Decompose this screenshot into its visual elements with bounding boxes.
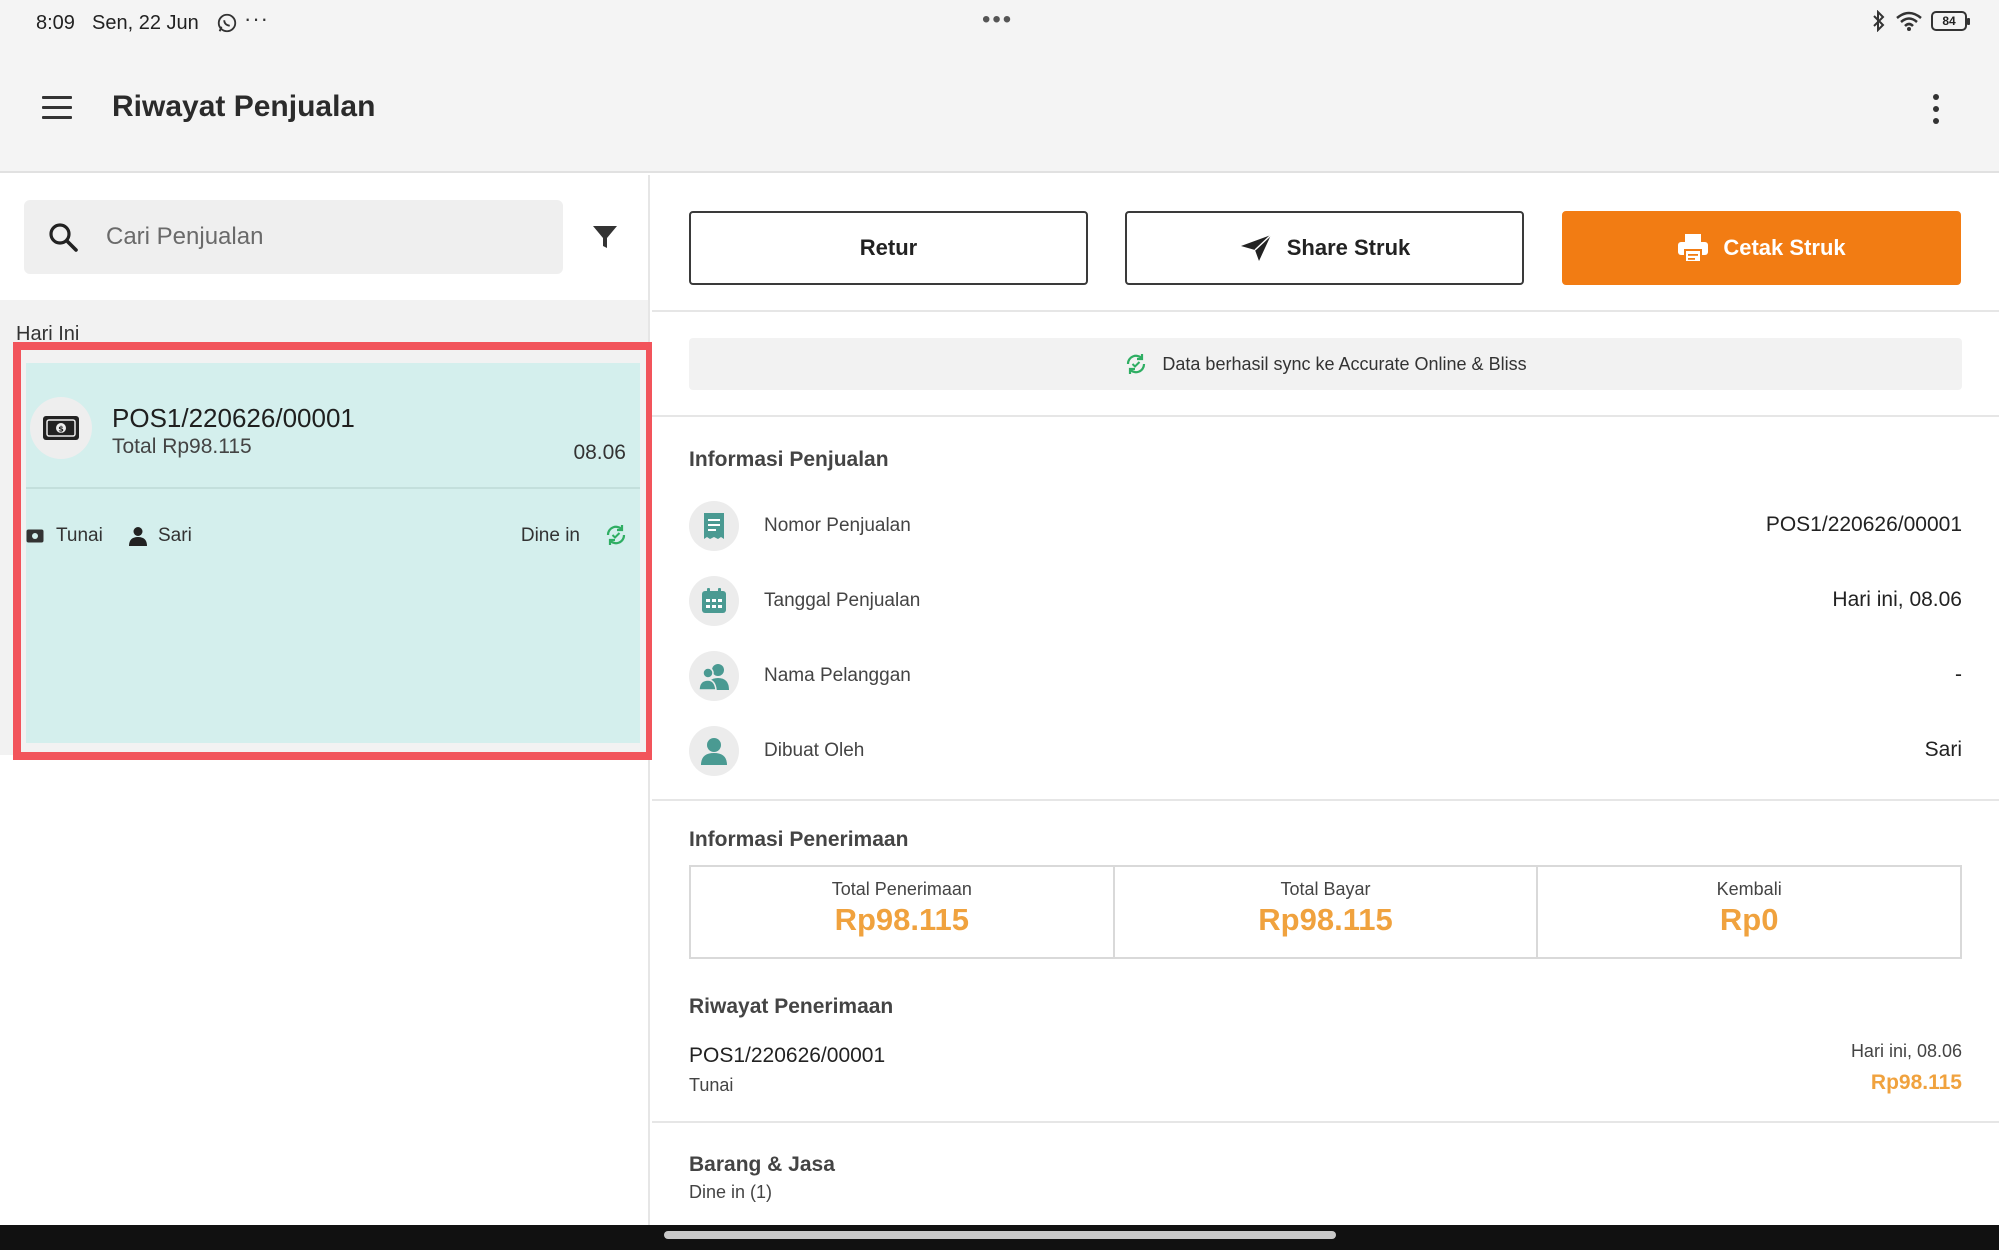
pay-label: Total Bayar (1280, 879, 1371, 899)
wifi-icon (1896, 11, 1922, 31)
receipt-history-title: Riwayat Penerimaan (689, 995, 894, 1018)
info-value: - (1955, 663, 1962, 686)
divider (652, 415, 1999, 417)
cashier-name: Sari (158, 525, 192, 546)
customers-icon (689, 651, 739, 701)
search-input[interactable] (106, 218, 536, 256)
goods-subtitle: Dine in (1) (689, 1182, 773, 1202)
total-paid-cell: Total Bayar Rp98.115 (1115, 867, 1539, 957)
calendar-icon (689, 576, 739, 626)
hamburger-menu-icon[interactable] (42, 96, 72, 120)
info-label: Dibuat Oleh (764, 740, 865, 761)
sync-status-banner: Data berhasil sync ke Accurate Online & … (689, 338, 1962, 390)
pay-value: Rp98.115 (1258, 902, 1393, 937)
pay-label: Kembali (1716, 879, 1782, 899)
change-cell: Kembali Rp0 (1538, 867, 1960, 957)
total-receipt-cell: Total Penerimaan Rp98.115 (691, 867, 1115, 957)
sale-time: 08.06 (573, 441, 626, 464)
status-more-icon: ··· (244, 6, 269, 31)
card-divider (26, 487, 640, 489)
search-icon (49, 223, 78, 252)
send-icon (1240, 234, 1272, 261)
info-value: POS1/220626/00001 (1765, 513, 1962, 536)
whatsapp-icon (217, 13, 237, 33)
info-label: Nama Pelanggan (764, 665, 911, 686)
more-options-icon[interactable] (1931, 94, 1941, 124)
sales-list-panel: Hari Ini $ POS1/220626/00001 Total Rp98.… (0, 175, 654, 1225)
goods-title: Barang & Jasa (689, 1153, 835, 1176)
retur-button[interactable]: Retur (689, 211, 1088, 285)
receipt-history-date: Hari ini, 08.06 (1850, 1041, 1962, 1061)
page-title: Riwayat Penjualan (112, 90, 376, 123)
receipt-history-id: POS1/220626/00001 (689, 1044, 886, 1067)
filter-icon[interactable] (590, 222, 620, 252)
sale-number: POS1/220626/00001 (112, 403, 355, 433)
status-right-icons: 84 (1871, 10, 1970, 32)
share-receipt-button[interactable]: Share Struk (1125, 211, 1524, 285)
svg-text:$: $ (58, 425, 64, 434)
receipt-history-method: Tunai (689, 1075, 734, 1095)
info-row-created-by: Dibuat Oleh Sari (689, 726, 1962, 780)
info-value: Sari (1924, 738, 1962, 761)
home-gesture-pill[interactable] (664, 1231, 1336, 1239)
sync-success-icon (1127, 354, 1146, 374)
sync-icon (606, 525, 626, 545)
battery-icon: 84 (1931, 11, 1970, 31)
sale-total: Total Rp98.115 (112, 435, 252, 458)
divider (652, 310, 1999, 312)
status-bar: 8:09 Sen, 22 Jun ··· ••• 84 (0, 0, 1999, 46)
order-type: Dine in (520, 525, 580, 546)
sync-status-text: Data berhasil sync ke Accurate Online & … (1162, 353, 1527, 374)
receipt-history-amount: Rp98.115 (1870, 1071, 1962, 1094)
divider (652, 1121, 1999, 1123)
status-date: Sen, 22 Jun (92, 12, 199, 34)
retur-label: Retur (859, 235, 918, 260)
info-label: Tanggal Penjualan (764, 590, 921, 611)
divider (652, 799, 1999, 801)
payment-method: Tunai (56, 525, 103, 546)
printer-icon (1678, 234, 1709, 263)
bluetooth-icon (1873, 10, 1885, 32)
print-receipt-button[interactable]: Cetak Struk (1562, 211, 1961, 285)
system-nav-bar (0, 1225, 1999, 1250)
sale-card-footer: Tunai Sari Dine in (26, 523, 640, 553)
pay-value: Rp0 (1719, 902, 1779, 937)
sales-info-title: Informasi Penjualan (689, 448, 889, 471)
info-row-customer: Nama Pelanggan - (689, 651, 1962, 705)
sale-detail-panel: Retur Share Struk Cetak Struk Data berha… (652, 175, 1999, 1225)
share-label: Share Struk (1286, 235, 1411, 260)
pay-value: Rp98.115 (834, 902, 970, 937)
person-icon (689, 726, 739, 776)
receipt-icon (689, 501, 739, 551)
receipt-info-title: Informasi Penerimaan (689, 828, 909, 851)
cash-icon: $ (30, 397, 92, 459)
status-time: 8:09 (36, 12, 75, 34)
info-row-sale-number: Nomor Penjualan POS1/220626/00001 (689, 501, 1962, 555)
user-icon (129, 527, 147, 546)
print-label: Cetak Struk (1723, 235, 1846, 260)
info-row-sale-date: Tanggal Penjualan Hari ini, 08.06 (689, 576, 1962, 630)
payment-summary: Total Penerimaan Rp98.115 Total Bayar Rp… (689, 865, 1962, 959)
status-center-dots-icon[interactable]: ••• (982, 6, 1013, 34)
info-label: Nomor Penjualan (764, 515, 911, 536)
pay-label: Total Penerimaan (831, 879, 972, 899)
info-value: Hari ini, 08.06 (1832, 588, 1962, 611)
small-cash-icon (26, 529, 44, 543)
sale-card[interactable]: $ POS1/220626/00001 Total Rp98.115 08.06… (26, 363, 640, 743)
app-bar: Riwayat Penjualan (0, 46, 1999, 173)
search-box (24, 200, 563, 274)
